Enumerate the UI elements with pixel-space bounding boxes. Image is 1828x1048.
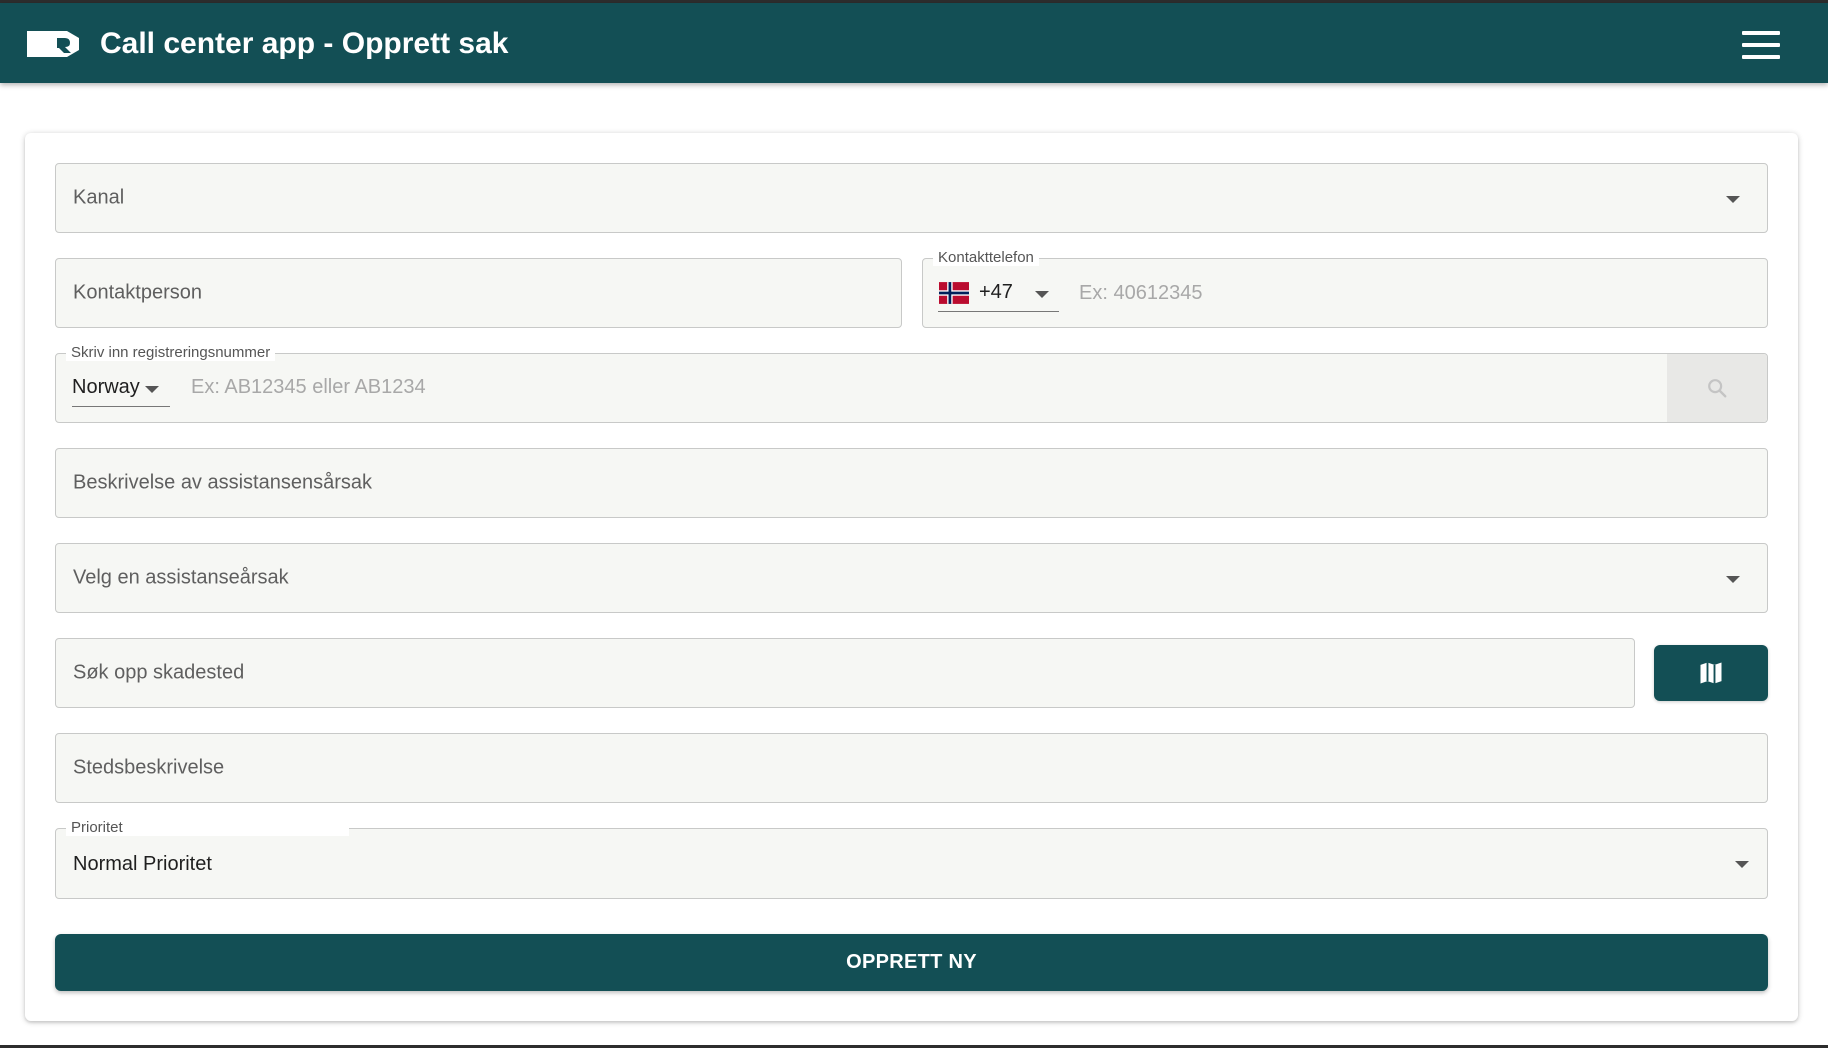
beskrivelse-placeholder: Beskrivelse av assistansensårsak	[73, 471, 373, 494]
skadested-placeholder: Søk opp skadested	[73, 661, 245, 684]
assistanse-arsak-select[interactable]: Velg en assistanseårsak	[55, 543, 1768, 613]
opprett-ny-button[interactable]: OPPRETT NY	[55, 934, 1768, 991]
country-code-select[interactable]: +47	[938, 273, 1060, 313]
registration-field: Skriv inn registreringsnummer Norway Ex:…	[55, 345, 1768, 423]
registration-search-button[interactable]	[1667, 354, 1767, 422]
prioritet-select[interactable]: Prioritet Normal Prioritet	[55, 820, 1768, 899]
registration-country-value: Norway	[72, 376, 140, 398]
chevron-down-icon	[1726, 576, 1740, 583]
beskrivelse-input[interactable]: Beskrivelse av assistansensårsak	[55, 448, 1768, 518]
chevron-down-icon	[1035, 291, 1049, 298]
stedsbeskrivelse-placeholder: Stedsbeskrivelse	[73, 756, 225, 779]
chevron-down-icon	[1726, 196, 1740, 203]
country-code-underline	[938, 311, 1059, 312]
kontakttelefon-field: Kontakttelefon +47 Ex: 40612345	[922, 250, 1768, 328]
registration-country-underline	[72, 406, 170, 407]
hamburger-menu-icon[interactable]	[1740, 27, 1784, 63]
chevron-down-icon	[1735, 861, 1749, 868]
skadested-search-input[interactable]: Søk opp skadested	[55, 638, 1635, 708]
norway-flag-icon	[939, 282, 969, 304]
registration-label: Skriv inn registreringsnummer	[66, 345, 276, 361]
kanal-select[interactable]: Kanal	[55, 163, 1768, 233]
prioritet-label: Prioritet	[66, 820, 349, 836]
stedsbeskrivelse-input[interactable]: Stedsbeskrivelse	[55, 733, 1768, 803]
search-icon	[1708, 379, 1727, 398]
kontaktperson-placeholder: Kontaktperson	[73, 281, 202, 304]
phone-input[interactable]: Ex: 40612345	[1079, 282, 1202, 305]
app-title: Call center app - Opprett sak	[100, 27, 509, 60]
kontaktperson-input[interactable]: Kontaktperson	[55, 258, 902, 328]
kontakttelefon-label: Kontakttelefon	[933, 250, 1039, 266]
registration-country-select[interactable]: Norway	[72, 368, 187, 408]
open-map-button[interactable]	[1654, 645, 1768, 701]
create-case-form: Kanal Kontaktperson Kontakttelefon +47 E…	[25, 133, 1798, 1021]
company-logo-icon	[27, 31, 79, 57]
prioritet-value: Normal Prioritet	[73, 853, 212, 875]
kanal-placeholder: Kanal	[73, 186, 125, 209]
registration-input[interactable]: Ex: AB12345 eller AB1234	[191, 376, 426, 399]
chevron-down-icon	[145, 386, 159, 393]
country-code-value: +47	[979, 281, 1013, 303]
map-icon	[1700, 662, 1722, 684]
assistanse-arsak-placeholder: Velg en assistanseårsak	[73, 566, 289, 589]
app-header: Call center app - Opprett sak	[0, 3, 1828, 83]
